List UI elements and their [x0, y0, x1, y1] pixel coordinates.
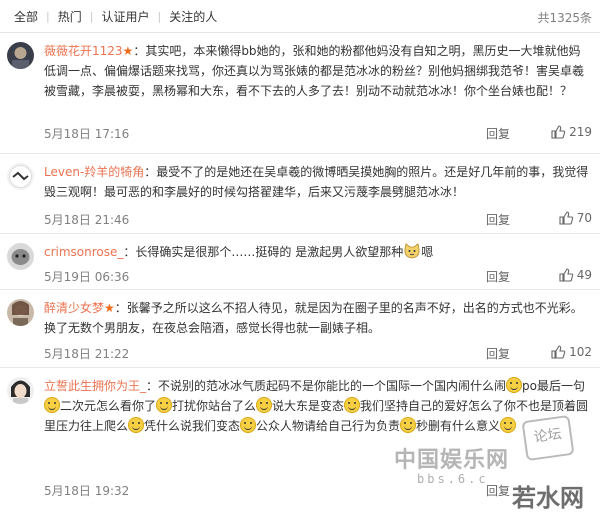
- comment-list: 薇薇花开1123★：其实吧，本来懒得bb她的，张和她的粉都他妈没有自知之明，黑历…: [0, 33, 600, 508]
- comment-meta: 5月18日 17:16 回复 219: [44, 125, 592, 143]
- username-link[interactable]: 薇薇花开1123: [44, 44, 123, 58]
- like-button[interactable]: 219: [550, 124, 592, 140]
- reply-button[interactable]: 回复: [486, 125, 510, 142]
- comment-time: 5月18日 17:16: [44, 127, 130, 141]
- tab-hot[interactable]: 热门: [50, 8, 90, 25]
- smile-emoji-icon: [240, 417, 257, 433]
- like-button[interactable]: 49: [558, 267, 592, 283]
- comment-text: 公众人物请给自己行为负责: [256, 419, 401, 433]
- username-link[interactable]: 醉清少女梦: [44, 301, 104, 315]
- avatar[interactable]: [7, 377, 34, 404]
- comment-text: ：长得确实是很那个……挺碍的 是激起男人欲望那种: [123, 245, 404, 259]
- cat-face-emoji-icon: [404, 243, 420, 259]
- like-button[interactable]: 70: [558, 210, 592, 226]
- comment-item: 薇薇花开1123★：其实吧，本来懒得bb她的，张和她的粉都他妈没有自知之明，黑历…: [0, 33, 600, 154]
- comment-meta: 5月18日 21:46 回复 70: [44, 211, 592, 229]
- comment-item: Leven-羚羊的犄角：最受不了的是她还在吴卓羲的微博晒吴摸她胸的照片。还是好几…: [0, 154, 600, 234]
- thumbs-up-icon: [559, 268, 573, 282]
- comment-total-count: 共1325条: [537, 11, 592, 25]
- reply-button[interactable]: 回复: [486, 268, 510, 285]
- comment-text: 秒删有什么意义: [416, 419, 501, 433]
- thumbs-up-icon: [559, 211, 573, 225]
- comment-time: 5月18日 21:46: [44, 213, 130, 227]
- brand-watermark: 若水网: [512, 483, 584, 512]
- username-link[interactable]: Leven-羚羊的犄角: [44, 165, 144, 179]
- comment-body: 薇薇花开1123★：其实吧，本来懒得bb她的，张和她的粉都他妈没有自知之明，黑历…: [44, 41, 592, 101]
- comment-body: 立誓此生拥你为王_：不说别的范冰冰气质起码不是你能比的一个国际一个国内闹什么闹 p…: [44, 376, 592, 436]
- tab-following[interactable]: 关注的人: [161, 8, 225, 25]
- comment-text: po最后一句: [522, 379, 585, 393]
- thumbs-up-icon: [551, 125, 566, 139]
- avatar[interactable]: [7, 163, 34, 190]
- comment-text-tail: 嗯: [421, 245, 434, 259]
- avatar[interactable]: [7, 42, 34, 69]
- comment-time: 5月18日 19:32: [44, 484, 130, 498]
- comment-item: crimsonrose_：长得确实是很那个……挺碍的 是激起男人欲望那种 嗯 5月…: [0, 234, 600, 290]
- comment-text: ：不说别的范冰冰气质起码不是你能比的一个国际一个国内闹什么闹: [146, 379, 507, 393]
- url-watermark: bbs.6.c: [417, 472, 489, 486]
- like-count: 102: [569, 345, 592, 359]
- comment-time: 5月18日 21:22: [44, 347, 130, 361]
- comment-meta: 5月19日 06:36 回复 49: [44, 268, 592, 286]
- reply-button[interactable]: 回复: [486, 482, 510, 499]
- comment-meta: 5月18日 21:22 回复 102: [44, 345, 592, 363]
- comment-text: ：张馨予之所以这么不招人待见，就是因为在圈子里的名声不好，出名的方式也不光彩。换…: [44, 301, 583, 335]
- smile-emoji-icon: [256, 397, 273, 413]
- smile-emoji-icon: [500, 417, 517, 433]
- smile-emoji-icon: [506, 377, 523, 393]
- comment-body: Leven-羚羊的犄角：最受不了的是她还在吴卓羲的微博晒吴摸她胸的照片。还是好几…: [44, 162, 592, 202]
- site-watermark: 中国娱乐网: [394, 448, 510, 473]
- avatar[interactable]: [7, 243, 34, 270]
- smile-emoji-icon: [128, 417, 145, 433]
- comment-time: 5月19日 06:36: [44, 270, 130, 284]
- comment-text: 说大东是变态: [272, 399, 345, 413]
- member-badge-icon: ★: [122, 44, 134, 58]
- smile-emoji-icon: [400, 417, 417, 433]
- tab-verified-users[interactable]: 认证用户: [93, 8, 157, 25]
- thumbs-up-icon: [551, 345, 566, 359]
- reply-button[interactable]: 回复: [486, 211, 510, 228]
- filter-tab-bar: 全部 | 热门 | 认证用户 | 关注的人 共1325条: [0, 0, 600, 33]
- member-badge-icon: ★: [104, 301, 115, 315]
- username-link[interactable]: 立誓此生拥你为王_: [44, 379, 146, 393]
- like-count: 49: [576, 268, 592, 282]
- comment-item: 立誓此生拥你为王_：不说别的范冰冰气质起码不是你能比的一个国际一个国内闹什么闹 p…: [0, 368, 600, 508]
- smile-emoji-icon: [44, 397, 60, 413]
- reply-button[interactable]: 回复: [486, 345, 510, 362]
- forum-seal-watermark: 论坛: [521, 414, 575, 462]
- smile-emoji-icon: [156, 397, 173, 413]
- comment-text: 打扰你站台了么: [172, 399, 257, 413]
- comment-meta: 5月18日 19:32 回复: [44, 482, 592, 500]
- comment-body: crimsonrose_：长得确实是很那个……挺碍的 是激起男人欲望那种 嗯: [44, 242, 592, 262]
- smile-emoji-icon: [344, 397, 361, 413]
- avatar[interactable]: [7, 299, 34, 326]
- comment-text: 二次元怎么看你了: [60, 399, 157, 413]
- comment-text: 凭什么说我们变态: [144, 419, 241, 433]
- username-link[interactable]: crimsonrose_: [44, 245, 123, 259]
- tab-all[interactable]: 全部: [6, 8, 46, 25]
- like-count: 219: [569, 125, 592, 139]
- comment-item: 醉清少女梦★：张馨予之所以这么不招人待见，就是因为在圈子里的名声不好，出名的方式…: [0, 290, 600, 368]
- like-button[interactable]: 102: [550, 344, 592, 360]
- comment-body: 醉清少女梦★：张馨予之所以这么不招人待见，就是因为在圈子里的名声不好，出名的方式…: [44, 298, 592, 338]
- like-count: 70: [576, 211, 592, 225]
